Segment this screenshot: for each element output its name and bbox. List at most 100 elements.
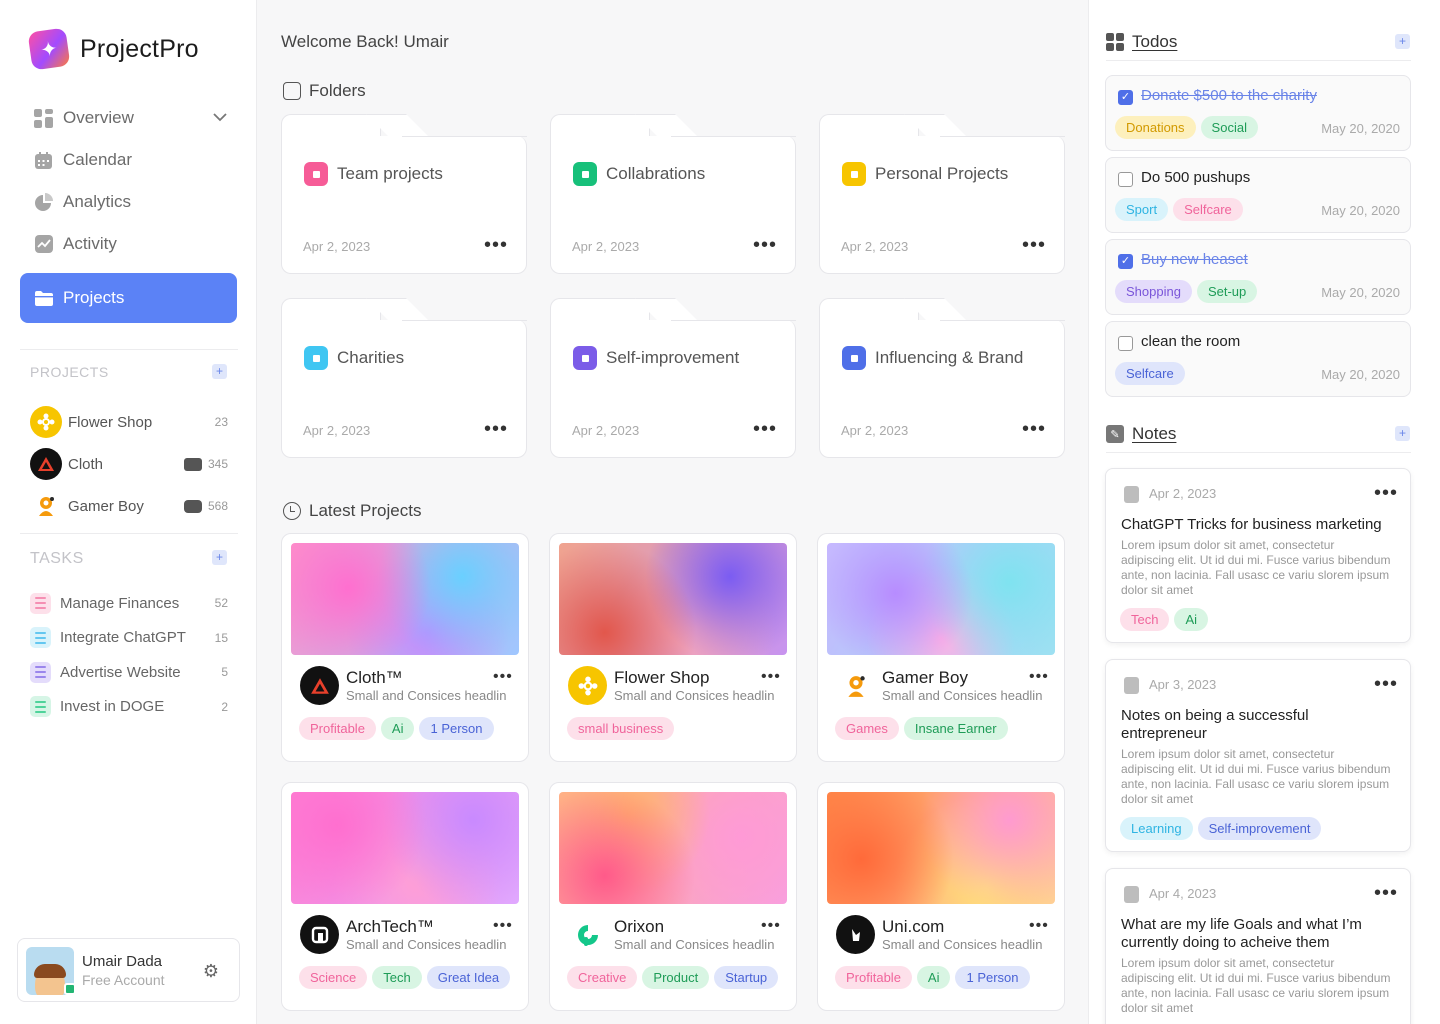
checkbox[interactable] [1118,172,1133,187]
nav-item-calendar[interactable]: Calendar [20,139,237,181]
tag[interactable]: Shopping [1115,280,1192,303]
more-options-icon[interactable]: ••• [493,918,513,934]
tag[interactable]: 1 Person [419,717,494,740]
sidebar-task-advertise-website[interactable]: Advertise Website 5 [30,655,230,690]
tag[interactable]: Selfcare [1173,198,1243,221]
folder-card[interactable]: Charities Apr 2, 2023 ••• [281,298,527,458]
tag[interactable]: Insane Earner [903,717,1008,740]
more-options-icon[interactable]: ••• [484,419,508,439]
more-options-icon[interactable]: ••• [753,419,777,439]
tag[interactable]: small business [567,717,675,740]
more-options-icon[interactable]: ••• [1374,483,1398,503]
sidebar-project-cloth[interactable]: Cloth 345 [30,443,230,485]
add-task-button[interactable]: + [212,550,227,565]
note-title: What are my life Goals and what I’m curr… [1121,916,1362,951]
tag[interactable]: Sport [1115,198,1169,221]
tag[interactable]: Selfcare [1115,362,1185,385]
folder-card[interactable]: Personal Projects Apr 2, 2023 ••• [819,114,1065,274]
project-card[interactable]: Uni.com Small and Consices headlin ••• P… [817,782,1065,1011]
tag[interactable]: Social [1200,116,1258,139]
add-note-button[interactable]: + [1395,426,1410,441]
nav-item-overview[interactable]: Overview [20,97,237,139]
tag[interactable]: Profitable [299,717,376,740]
more-options-icon[interactable]: ••• [484,235,508,255]
nav-item-activity[interactable]: Activity [20,223,237,265]
note-tags: Learning Self-improvement [1120,817,1322,840]
tag[interactable]: Science [299,966,368,989]
more-options-icon[interactable]: ••• [1029,669,1049,685]
tag[interactable]: Tech [1120,608,1170,631]
more-options-icon[interactable]: ••• [753,235,777,255]
nav-item-projects[interactable]: Projects [20,273,237,323]
more-options-icon[interactable]: ••• [493,669,513,685]
add-project-button[interactable]: + [212,364,227,379]
sidebar-task-integrate-chatgpt[interactable]: Integrate ChatGPT 15 [30,621,230,656]
project-card[interactable]: Gamer Boy Small and Consices headlin •••… [817,533,1065,762]
note-date: Apr 4, 2023 [1149,886,1217,901]
checkbox[interactable] [1118,336,1133,351]
tag[interactable]: Startup [714,966,779,989]
todo-item[interactable]: Do 500 pushups Sport Selfcare May 20, 20… [1105,157,1411,233]
sidebar-task-list: Manage Finances 52 Integrate ChatGPT 15 … [30,586,230,724]
project-card[interactable]: Orixon Small and Consices headlin ••• Cr… [549,782,797,1011]
tag[interactable]: Self-improvement [1197,817,1322,840]
note-card[interactable]: Apr 2, 2023 ••• ChatGPT Tricks for busin… [1105,468,1411,643]
todo-item[interactable]: ✓ Donate $500 to the charity Donations S… [1105,75,1411,151]
folder-date: Apr 2, 2023 [841,239,909,254]
folder-card[interactable]: Self-improvement Apr 2, 2023 ••• [550,298,796,458]
todos-title[interactable]: Todos [1132,32,1177,52]
todo-item[interactable]: clean the room Selfcare May 20, 2020 [1105,321,1411,397]
project-subtitle: Small and Consices headlin [346,688,507,703]
notes-title[interactable]: Notes [1132,424,1176,444]
sidebar-project-flower-shop[interactable]: Flower Shop 23 [30,401,230,443]
tag[interactable]: Creative [567,966,638,989]
tag[interactable]: Profitable [835,966,912,989]
sidebar-task-manage-finances[interactable]: Manage Finances 52 [30,586,230,621]
folder-name: Charities [337,348,405,367]
note-card[interactable]: Apr 3, 2023 ••• Notes on being a success… [1105,659,1411,852]
more-options-icon[interactable]: ••• [761,669,781,685]
sidebar-project-gamer-boy[interactable]: Gamer Boy 568 [30,485,230,527]
user-profile-card[interactable]: Umair Dada Free Account ⚙ [17,938,240,1002]
tag[interactable]: Games [835,717,899,740]
more-options-icon[interactable]: ••• [761,918,781,934]
gear-icon[interactable]: ⚙ [203,961,219,982]
folder-card[interactable]: Influencing & Brand Apr 2, 2023 ••• [819,298,1065,458]
tag[interactable]: Tech [372,966,422,989]
note-card[interactable]: Apr 4, 2023 ••• What are my life Goals a… [1105,868,1411,1024]
tag[interactable]: Product [642,966,710,989]
add-todo-button[interactable]: + [1395,34,1410,49]
tag[interactable]: Ai [1174,608,1209,631]
more-options-icon[interactable]: ••• [1029,918,1049,934]
project-card[interactable]: Cloth™ Small and Consices headlin ••• Pr… [281,533,529,762]
notes-heading: ✎ Notes [1106,424,1176,444]
tag[interactable]: Set-up [1196,280,1258,303]
welcome-heading: Welcome Back! Umair [281,32,449,51]
nav-item-analytics[interactable]: Analytics [20,181,237,223]
more-options-icon[interactable]: ••• [1374,883,1398,903]
tag[interactable]: Ai [380,717,415,740]
more-options-icon[interactable]: ••• [1022,235,1046,255]
tag[interactable]: Donations [1115,116,1196,139]
sidebar-task-invest-in-doge[interactable]: Invest in DOGE 2 [30,690,230,725]
folder-card[interactable]: Team projects Apr 2, 2023 ••• [281,114,527,274]
chevron-down-icon[interactable] [213,109,227,125]
tag[interactable]: Learning [1120,817,1193,840]
tag[interactable]: 1 Person [955,966,1030,989]
project-name: Gamer Boy [68,497,144,515]
todo-item[interactable]: ✓ Buy new heaset Shopping Set-up May 20,… [1105,239,1411,315]
online-status-badge [64,983,76,995]
tag[interactable]: Ai [916,966,951,989]
tag[interactable]: Great Idea [426,966,511,989]
project-card[interactable]: Flower Shop Small and Consices headlin •… [549,533,797,762]
flower-icon [568,666,607,705]
orixon-logo-icon [568,915,607,954]
checkbox-checked[interactable]: ✓ [1118,254,1133,269]
more-options-icon[interactable]: ••• [1022,419,1046,439]
task-list-icon [30,661,51,683]
project-card[interactable]: ArchTech™ Small and Consices headlin •••… [281,782,529,1011]
folder-card[interactable]: Collabrations Apr 2, 2023 ••• [550,114,796,274]
app-logo[interactable]: ✦ ProjectPro [27,27,199,71]
checkbox-checked[interactable]: ✓ [1118,90,1133,105]
more-options-icon[interactable]: ••• [1374,674,1398,694]
